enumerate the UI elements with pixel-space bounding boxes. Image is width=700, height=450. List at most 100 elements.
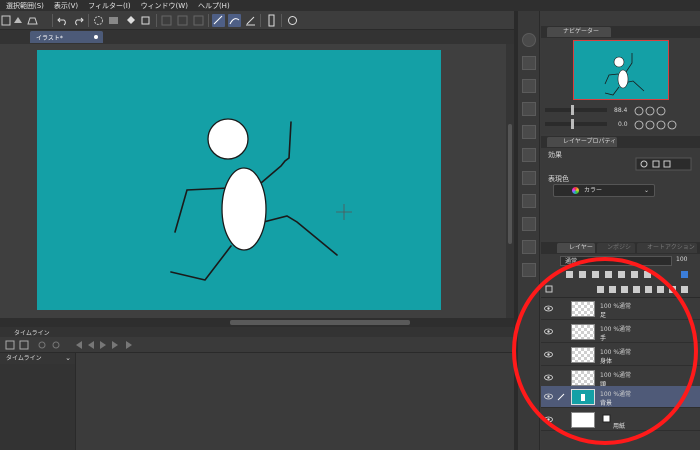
chevron-down-icon: ⌄ — [643, 187, 649, 194]
panel-icon-5[interactable] — [522, 148, 536, 162]
eye-icon[interactable] — [544, 351, 553, 358]
layer-tools — [541, 268, 700, 298]
navigator-preview[interactable] — [573, 40, 669, 100]
panel-icon-1[interactable] — [522, 56, 536, 70]
snap-ruler-icon[interactable] — [212, 14, 225, 27]
effect-label: 効果 — [548, 151, 562, 159]
timeline-track-select[interactable]: タイムライン ⌄ — [0, 353, 76, 364]
layer-thumbnail — [571, 347, 595, 363]
layer-tab-label: レイヤー — [569, 244, 593, 251]
composition-tab[interactable]: ンポジション — [597, 243, 635, 261]
panel-dock-strip — [518, 11, 540, 450]
command-bar — [0, 11, 514, 30]
auto-action-tab-label: オートアクション — [647, 244, 695, 251]
layer-name: 身体 — [600, 358, 613, 365]
blend-mode-value: 通常 — [565, 258, 578, 265]
pen-icon[interactable] — [244, 14, 257, 27]
disabled-icon-1 — [160, 14, 173, 27]
panel-icon-8[interactable] — [522, 217, 536, 231]
panel-icon-3[interactable] — [522, 102, 536, 116]
redo-icon[interactable] — [72, 14, 85, 27]
layer-property-tab-label: レイヤープロパティ — [563, 138, 617, 145]
layer-thumbnail — [571, 370, 595, 386]
auto-action-tab[interactable]: オートアクション — [637, 243, 697, 253]
navigator-tab[interactable]: ナビゲーター — [547, 27, 611, 37]
layer-row[interactable]: 100 %通常 身体 — [541, 344, 700, 366]
canvas-vertical-scrollbar[interactable] — [506, 44, 514, 318]
paper-icon — [602, 414, 611, 425]
layer-row[interactable]: 用紙 — [541, 409, 700, 431]
layer-mode: 100 %通常 — [600, 391, 632, 398]
clear-icon[interactable] — [26, 14, 39, 27]
layer-property-tab[interactable]: レイヤープロパティ — [547, 137, 617, 147]
timeline-track-label: タイムライン — [6, 355, 42, 362]
layer-tab[interactable]: レイヤー — [557, 243, 595, 253]
settings-icon[interactable] — [286, 14, 299, 27]
eye-icon[interactable] — [544, 393, 553, 400]
menu-select[interactable]: 選択範囲(S) — [6, 1, 44, 11]
disabled-icon-3 — [192, 14, 205, 27]
snap-curve-icon[interactable] — [228, 14, 241, 27]
canvas-status-bar — [0, 318, 514, 327]
navigator-tab-bar: ナビゲーター — [541, 26, 700, 38]
unsaved-indicator — [94, 35, 98, 39]
drawing-canvas[interactable] — [37, 50, 441, 310]
layer-mode: 100 %通常 — [600, 349, 632, 356]
device-icon[interactable] — [265, 14, 278, 27]
layer-thumbnail — [571, 301, 595, 317]
panel-icon-10[interactable] — [522, 263, 536, 277]
panel-icon-2[interactable] — [522, 79, 536, 93]
navigator-tab-label: ナビゲーター — [563, 28, 600, 35]
paper-layer-thumbnail — [571, 412, 595, 428]
layer-thumbnail — [571, 324, 595, 340]
eye-icon[interactable] — [544, 416, 553, 423]
eye-icon[interactable] — [544, 305, 553, 312]
layer-name: 用紙 — [613, 423, 626, 430]
color-wheel-icon — [572, 187, 579, 194]
undo-icon[interactable] — [56, 14, 69, 27]
panel-icon-9[interactable] — [522, 240, 536, 254]
canvas-tab-label: イラスト* — [36, 34, 63, 42]
zoom-value: 88.4 — [614, 107, 628, 114]
fill-layer-thumbnail — [571, 389, 595, 405]
eye-icon[interactable] — [544, 328, 553, 335]
transform-icon[interactable] — [139, 14, 152, 27]
expression-color-value: カラー — [584, 187, 603, 194]
layer-row[interactable]: 100 %通常 手 — [541, 321, 700, 343]
panel-icon-6[interactable] — [522, 171, 536, 185]
panel-icon-4[interactable] — [522, 125, 536, 139]
layer-row-selected[interactable]: 100 %通常 背景 — [541, 386, 700, 408]
menu-bar: 選択範囲(S) 表示(V) フィルター(I) ウィンドウ(W) ヘルプ(H) — [0, 0, 700, 11]
chevron-down-icon: ⌄ — [65, 354, 71, 362]
menu-filter[interactable]: フィルター(I) — [88, 1, 130, 11]
layer-mode: 100 %通常 — [600, 372, 632, 379]
fill-icon[interactable] — [12, 14, 25, 27]
opacity-value[interactable]: 100 — [676, 256, 687, 263]
menu-view[interactable]: 表示(V) — [54, 1, 78, 11]
compass-icon[interactable] — [522, 33, 536, 47]
blend-mode-select[interactable]: 通常 — [560, 256, 672, 266]
rotation-value: 0.0 — [618, 121, 628, 128]
eye-icon[interactable] — [544, 374, 553, 381]
timeline-frames[interactable] — [77, 353, 514, 450]
menu-help[interactable]: ヘルプ(H) — [198, 1, 230, 11]
menu-window[interactable]: ウィンドウ(W) — [141, 1, 188, 11]
layer-tab-bar: レイヤー ンポジション オートアクション — [541, 242, 700, 261]
layer-mode: 100 %通常 — [600, 326, 632, 333]
pen-icon — [557, 392, 566, 403]
loading-icon[interactable] — [92, 14, 105, 27]
layer-name: 手 — [600, 335, 607, 342]
panel-icon-7[interactable] — [522, 194, 536, 208]
layer-property-tab-bar: レイヤープロパティ — [541, 136, 700, 148]
timeline-track-list — [0, 364, 76, 450]
canvas-tab[interactable]: イラスト* — [30, 31, 103, 43]
canvas-horizontal-scrollbar[interactable] — [230, 320, 410, 325]
fill-bucket-icon[interactable] — [124, 14, 137, 27]
timeline-toolbar — [0, 337, 514, 353]
layer-row[interactable]: 100 %通常 足 — [541, 298, 700, 320]
layer-name: 背景 — [600, 400, 613, 407]
expression-color-select[interactable]: カラー ⌄ — [553, 184, 655, 197]
layer-icon[interactable] — [107, 14, 120, 27]
disabled-icon-2 — [176, 14, 189, 27]
stick-figure-drawing — [170, 118, 352, 281]
